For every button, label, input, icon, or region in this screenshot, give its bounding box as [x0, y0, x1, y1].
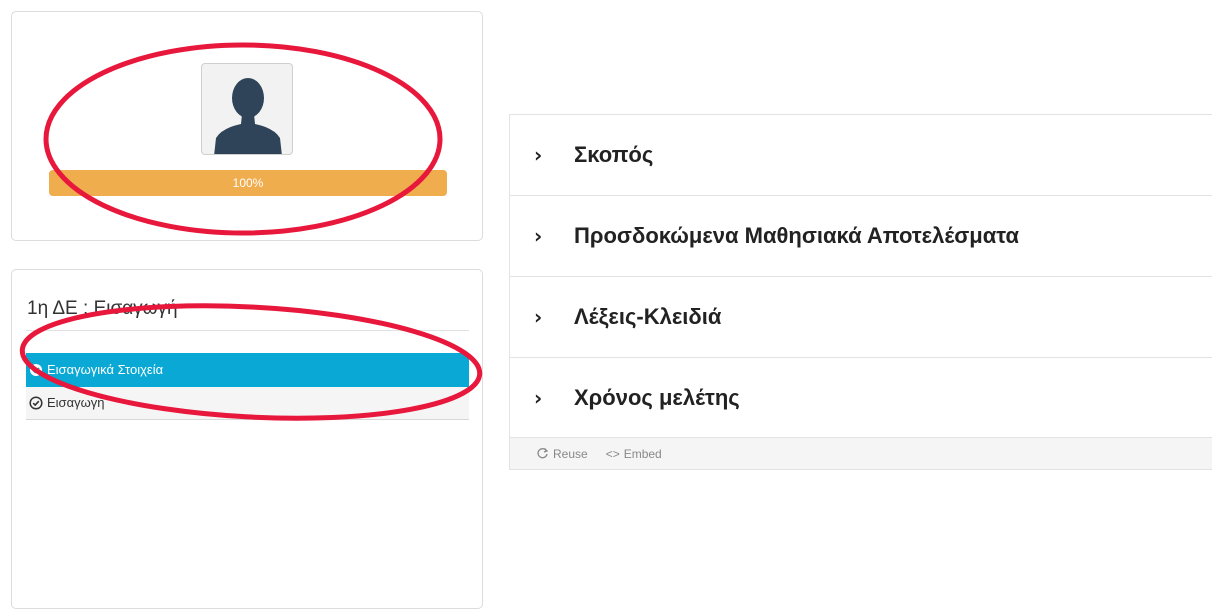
accordion-item-learning-outcomes[interactable]: › Προσδοκώμενα Μαθησιακά Αποτελέσματα [510, 196, 1212, 277]
embed-button[interactable]: <> Embed [606, 447, 662, 461]
chevron-right-icon: › [534, 305, 543, 329]
embed-icon: <> [605, 446, 620, 461]
check-circle-icon [29, 396, 43, 410]
divider [26, 330, 469, 331]
lesson-label: Εισαγωγικά Στοιχεία [47, 362, 164, 377]
accordion-item-keywords[interactable]: › Λέξεις-Κλειδιά [510, 277, 1212, 358]
accordion-label: Χρόνος μελέτης [574, 384, 740, 410]
user-silhouette-icon [214, 78, 282, 154]
chevron-right-icon: › [534, 143, 543, 167]
accordion-label: Σκοπός [574, 142, 654, 167]
check-circle-icon [30, 364, 42, 376]
accordion-item-study-time[interactable]: › Χρόνος μελέτης [510, 358, 1212, 438]
lesson-item-eisagogika-stoixeia[interactable]: Εισαγωγικά Στοιχεία [26, 353, 469, 387]
avatar [201, 63, 293, 155]
lesson-label: Εισαγωγή [47, 395, 105, 410]
accordion-item-skopos[interactable]: › Σκοπός [510, 115, 1212, 196]
accordion-label: Λέξεις-Κλειδιά [574, 304, 722, 329]
lesson-list: Εισαγωγικά Στοιχεία Εισαγωγή [26, 353, 469, 420]
chevron-right-icon: › [534, 385, 543, 410]
reuse-icon [537, 448, 549, 459]
chevron-right-icon: › [534, 224, 543, 248]
embed-label: Embed [623, 446, 662, 461]
progress-label: 100% [232, 176, 264, 190]
reuse-label: Reuse [553, 446, 588, 461]
accordion: › Σκοπός › Προσδοκώμενα Μαθησιακά Αποτελ… [509, 114, 1212, 470]
profile-panel: 100% [11, 11, 483, 241]
reuse-button[interactable]: Reuse [536, 447, 588, 461]
accordion-label: Προσδοκώμενα Μαθησιακά Αποτελέσματα [574, 223, 1020, 248]
progress-bar: 100% [49, 170, 447, 196]
lesson-item-eisagogi[interactable]: Εισαγωγή [26, 387, 469, 420]
accordion-footer: Reuse <> Embed [510, 438, 1212, 469]
unit-panel: 1η ΔΕ : Εισαγωγή Εισαγωγικά Στοιχεία Εισ… [11, 269, 483, 609]
unit-title: 1η ΔΕ : Εισαγωγή [27, 298, 178, 319]
